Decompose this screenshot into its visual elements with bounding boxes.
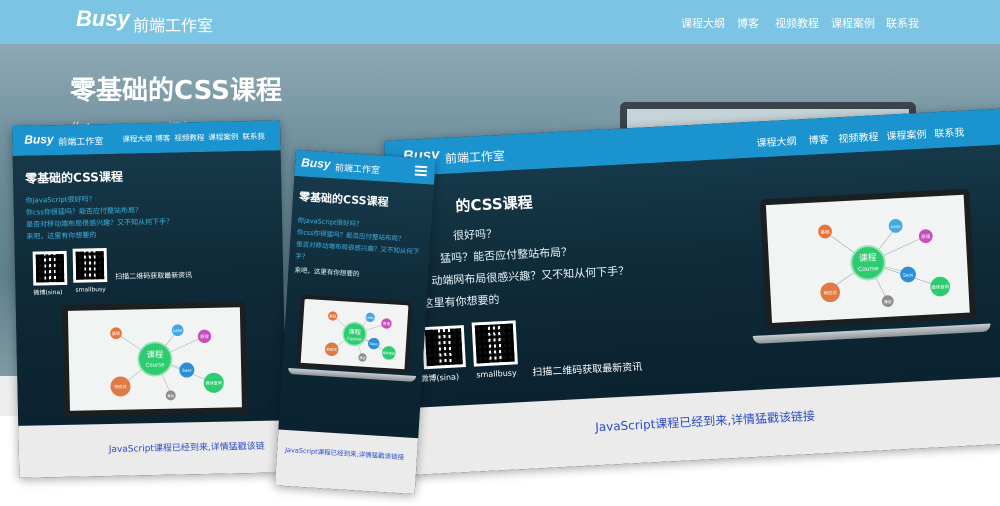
desktop-mindmap: 课程 Course 基础 Less 原理 Sass 媒体查询 响应式 兼容	[818, 218, 951, 308]
desktop-hero: 的CSS课程 很好吗？ 猛吗？能否应付整站布局？ 动端网布局很感兴趣？又不知从何…	[385, 144, 1000, 409]
phone-laptop-screen: 课程 Course 基础 Less 原理 Sass 媒体查询 响应式 兼容	[296, 294, 413, 374]
tablet-qr-caption-weibo: 微博(sina)	[33, 288, 63, 297]
desktop-hero-line-3: 动端网布局很感兴趣？又不知从何下手？	[431, 264, 630, 288]
nav-item-syllabus[interactable]: 课程大纲	[681, 15, 725, 31]
tablet-nav-syllabus[interactable]: 课程大纲	[122, 133, 152, 145]
desktop-laptop-screen: 课程 Course 基础 Less 原理 Sass 媒体查询 响应式 兼容	[759, 188, 977, 330]
tablet-node-1: Less	[173, 328, 182, 333]
tablet-node-6: 兼容	[167, 393, 174, 398]
desktop-mindmap-center: 课程	[859, 252, 877, 264]
desktop-node-2: 原理	[921, 234, 931, 240]
tablet-footer: JavaScript课程已经到来,详情猛戳该链	[18, 420, 288, 478]
desktop-nav-contact[interactable]: 联系我	[934, 124, 965, 141]
phone-subtitle: 前端工作室	[334, 163, 381, 177]
desktop-hero-line-4: 这里有你想要的	[422, 293, 500, 311]
tablet-node-5: 响应式	[114, 383, 127, 389]
tablet-node-3: Sass	[182, 368, 192, 373]
tablet-mindmap-center: 课程	[146, 349, 164, 359]
desktop-hero-title: 的CSS课程	[455, 193, 534, 216]
tablet-qr-caption-smallbusy: smallbusy	[75, 286, 106, 294]
nav-item-contact[interactable]: 联系我	[886, 15, 919, 31]
brand-subtitle: 前端工作室	[133, 16, 214, 35]
phone-logo[interactable]: Busy	[301, 155, 331, 171]
desktop-footer-link[interactable]: JavaScript课程已经到来,详情猛戳该链接	[595, 407, 816, 435]
desktop-nav-video[interactable]: 视频教程	[838, 128, 879, 145]
tablet-hero-line-2: 你css你很猛吗？能否应付整站布局？	[25, 206, 143, 217]
desktop-node-3: Sass	[903, 272, 914, 279]
top-nav: Busy 前端工作室 课程大纲 博客 视频教程 课程案例 联系我	[0, 0, 1000, 44]
nav-item-blog[interactable]: 博客	[737, 15, 759, 31]
desktop-mindmap-center-sub: Course	[858, 266, 879, 273]
tablet-mindmap: 课程 Course 基础 Less 原理 Sass 媒体查询 响应式 兼容	[110, 324, 224, 401]
phone-footer-link[interactable]: JavaScript课程已经到来,详情猛戳该链接	[285, 444, 405, 461]
phone-screenshot: Busy 前端工作室 零基础的CSS课程 你javaScript很好吗？ 你cs…	[274, 150, 436, 495]
qr-caption-smallbusy: smallbusy	[476, 368, 517, 380]
tablet-qr-smallbusy	[72, 248, 108, 283]
phone-mindmap: 课程 Course 基础 Less 原理 Sass 媒体查询 响应式 兼容	[324, 311, 396, 362]
brand-logo[interactable]: Busy	[76, 6, 130, 32]
desktop-hero-line-2: 猛吗？能否应付整站布局？	[439, 245, 573, 266]
tablet-hero-line-4: 来吧，这里有你想要的	[26, 231, 97, 241]
phone-hero-line-5: 来吧，这里有你想要的	[294, 266, 360, 279]
tablet-mindmap-center-sub: Course	[146, 362, 166, 368]
desktop-screenshot: Busy 前端工作室 课程大纲 博客 视频教程 课程案例 联系我 的CSS课程 …	[384, 108, 1000, 476]
hero-title: 零基础的CSS课程	[70, 76, 282, 106]
qr-code-weibo	[421, 325, 466, 370]
tablet-node-4: 媒体查询	[205, 379, 222, 385]
desktop-hero-line-1: 很好吗？	[452, 227, 498, 243]
phone-mindmap-center-sub: Course	[347, 336, 362, 342]
phone-hero: 零基础的CSS课程 你javaScript很好吗？ 你css你很猛吗？能否应付整…	[278, 175, 435, 439]
phone-hero-title: 零基础的CSS课程	[298, 190, 389, 209]
phone-hero-line-4: 手？	[295, 252, 309, 261]
tablet-nav-cases[interactable]: 课程案例	[208, 131, 238, 143]
desktop-node-1: Less	[891, 224, 902, 231]
tablet-laptop-screen: 课程 Course 基础 Less 原理 Sass 媒体查询 响应式 兼容	[61, 301, 249, 417]
hamburger-icon[interactable]	[414, 165, 428, 177]
desktop-scan-text: 扫描二维码获取最新资讯	[532, 361, 643, 379]
tablet-node-2: 原理	[200, 333, 208, 339]
desktop-nav-syllabus[interactable]: 课程大纲	[756, 132, 797, 149]
phone-footer: JavaScript课程已经到来,详情猛戳该链接	[274, 429, 419, 495]
tablet-hero-line-1: 你javaScript很好吗？	[25, 195, 96, 205]
tablet-scan-text: 扫描二维码获取最新资讯	[115, 271, 193, 281]
tablet-nav-blog[interactable]: 博客	[155, 133, 170, 144]
desktop-subtitle: 前端工作室	[444, 148, 506, 166]
tablet-hero-line-3: 是否对移动端布局很感兴趣？又不知从何下手？	[25, 217, 174, 229]
desktop-node-6: 兼容	[884, 299, 892, 304]
tablet-hero-title: 零基础的CSS课程	[24, 169, 124, 186]
tablet-screenshot: Busy 前端工作室 课程大纲 博客 视频教程 课程案例 联系我 零基础的CSS…	[12, 120, 288, 478]
tablet-nav-video[interactable]: 视频教程	[174, 132, 204, 144]
qr-code-smallbusy	[471, 320, 518, 367]
tablet-node-0: 基础	[112, 330, 120, 336]
tablet-nav-contact[interactable]: 联系我	[242, 131, 265, 142]
tablet-hero: 零基础的CSS课程 你javaScript很好吗？ 你css你很猛吗？能否应付整…	[12, 150, 287, 426]
desktop-nav-cases[interactable]: 课程案例	[886, 126, 927, 143]
tablet-subtitle: 前端工作室	[58, 137, 104, 149]
phone-mindmap-center: 课程	[348, 328, 361, 337]
phone-node-3: Sass	[369, 342, 378, 347]
nav-item-cases[interactable]: 课程案例	[831, 15, 875, 31]
nav-item-video[interactable]: 视频教程	[775, 15, 819, 31]
qr-caption-weibo: 微博(sina)	[420, 372, 460, 384]
phone-node-1: Less	[366, 316, 374, 320]
tablet-qr-weibo	[32, 250, 68, 286]
tablet-footer-link[interactable]: JavaScript课程已经到来,详情猛戳该链	[109, 439, 265, 455]
tablet-logo[interactable]: Busy	[24, 132, 54, 147]
desktop-nav-blog[interactable]: 博客	[808, 131, 829, 147]
